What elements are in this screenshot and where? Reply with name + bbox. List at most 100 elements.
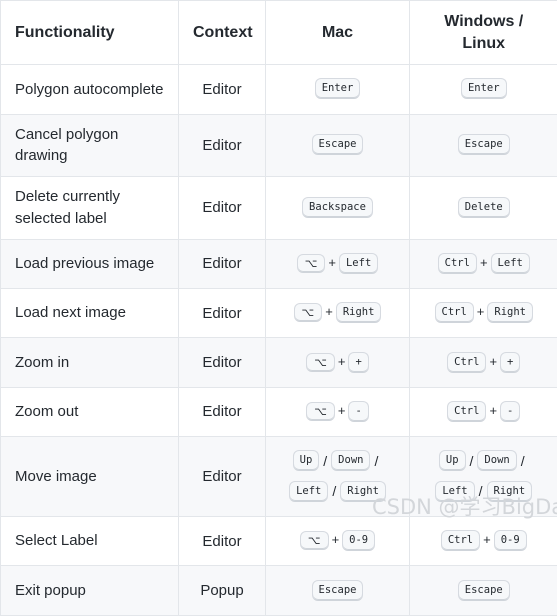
key-combo: Enter — [418, 74, 550, 104]
kbd-key: Enter — [315, 78, 361, 99]
cell-windows-linux-shortcut: Ctrl+Left — [410, 239, 557, 288]
key-combo: Ctrl+0-9 — [418, 526, 550, 556]
key-combo: Escape — [418, 130, 550, 160]
cell-functionality: Zoom out — [1, 387, 179, 436]
key-combo: Ctrl++ — [418, 347, 550, 377]
table-body: Polygon autocompleteEditorEnterEnterCanc… — [1, 65, 557, 616]
cell-mac-shortcut: ⌥+Left — [266, 239, 410, 288]
cell-mac-shortcut: Escape — [266, 114, 410, 177]
cell-context: Editor — [179, 114, 266, 177]
table-row: Delete currently selected labelEditorBac… — [1, 177, 557, 240]
kbd-key: Escape — [312, 580, 364, 601]
key-combo-plus: + — [477, 251, 491, 276]
kbd-key: 0-9 — [494, 530, 527, 551]
kbd-key: Ctrl — [438, 253, 477, 274]
key-combo: ⌥+0-9 — [274, 526, 401, 556]
table-row: Move imageEditorUp/Down/Left/RightUp/Dow… — [1, 437, 557, 517]
key-combo: ⌥+Right — [274, 298, 401, 328]
kbd-key: Ctrl — [447, 352, 486, 373]
cell-context: Editor — [179, 239, 266, 288]
kbd-key: Right — [487, 302, 533, 323]
kbd-key: Down — [331, 450, 370, 471]
cell-windows-linux-shortcut: Enter — [410, 65, 557, 114]
key-combo: Escape — [418, 575, 550, 605]
kbd-key: - — [500, 401, 520, 422]
key-combo-plus: + — [486, 350, 500, 375]
cell-context: Editor — [179, 437, 266, 517]
cell-windows-linux-shortcut: Ctrl+0-9 — [410, 516, 557, 565]
column-header-windows-linux: Windows / Linux — [410, 1, 557, 65]
cell-windows-linux-shortcut: Up/Down/Left/Right — [410, 437, 557, 517]
kbd-key: Ctrl — [435, 302, 474, 323]
cell-mac-shortcut: ⌥+Right — [266, 288, 410, 337]
cell-windows-linux-shortcut: Escape — [410, 566, 557, 615]
table-row: Polygon autocompleteEditor Enter Enter — [1, 65, 557, 114]
kbd-key: Right — [336, 302, 382, 323]
cell-context: Editor — [179, 387, 266, 436]
kbd-key: Escape — [458, 580, 510, 601]
table-row: Load next imageEditor⌥+RightCtrl+Right — [1, 288, 557, 337]
table-row: Zoom outEditor⌥+-Ctrl+- — [1, 387, 557, 436]
table-header: Functionality Context Mac Windows / Linu… — [1, 1, 557, 65]
kbd-key: Escape — [312, 134, 364, 155]
key-combo-plus: + — [329, 528, 343, 553]
column-header-mac: Mac — [266, 1, 410, 65]
cell-context: Editor — [179, 177, 266, 240]
kbd-key: + — [348, 352, 368, 373]
cell-mac-shortcut: Escape — [266, 566, 410, 615]
keyboard-shortcuts-table: Functionality Context Mac Windows / Linu… — [0, 0, 557, 616]
column-header-functionality: Functionality — [1, 1, 179, 65]
key-combo-plus: + — [322, 300, 336, 325]
kbd-key: Up — [439, 450, 466, 471]
cell-mac-shortcut: ⌥+- — [266, 387, 410, 436]
kbd-key: Left — [435, 481, 474, 502]
key-combo-slash: / — [328, 478, 340, 505]
table-row: Exit popupPopupEscapeEscape — [1, 566, 557, 615]
key-combo-plus: + — [335, 350, 349, 375]
key-combo: Escape — [274, 575, 401, 605]
table-row: Cancel polygon drawingEditorEscapeEscape — [1, 114, 557, 177]
key-combo: Left/Right — [274, 477, 401, 507]
column-header-context: Context — [179, 1, 266, 65]
kbd-key: Delete — [458, 197, 510, 218]
cell-context: Editor — [179, 288, 266, 337]
kbd-key: Left — [339, 253, 378, 274]
cell-functionality: Zoom in — [1, 338, 179, 387]
key-combo: ⌥+- — [274, 397, 401, 427]
key-combo: Ctrl+- — [418, 397, 550, 427]
kbd-key: Ctrl — [441, 530, 480, 551]
kbd-key: + — [500, 352, 520, 373]
kbd-key: Left — [289, 481, 328, 502]
key-combo: Delete — [418, 193, 550, 223]
cell-context: Editor — [179, 65, 266, 114]
cell-mac-shortcut: Enter — [266, 65, 410, 114]
kbd-option-icon: ⌥ — [294, 303, 323, 322]
cell-functionality: Polygon autocomplete — [1, 65, 179, 114]
cell-windows-linux-shortcut: Ctrl+Right — [410, 288, 557, 337]
kbd-key: Ctrl — [447, 401, 486, 422]
table-row: Load previous imageEditor⌥+LeftCtrl+Left — [1, 239, 557, 288]
key-combo-plus: + — [486, 399, 500, 424]
kbd-option-icon: ⌥ — [300, 531, 329, 550]
key-combo-slash: / — [475, 478, 487, 505]
key-combo: ⌥+Left — [274, 249, 401, 279]
key-combo-slash: / — [370, 448, 382, 475]
key-combo: Left/Right — [418, 477, 550, 507]
kbd-key: Right — [340, 481, 386, 502]
cell-windows-linux-shortcut: Delete — [410, 177, 557, 240]
kbd-key: Escape — [458, 134, 510, 155]
key-combo-slash: / — [466, 448, 478, 475]
table-row: Zoom inEditor⌥++Ctrl++ — [1, 338, 557, 387]
kbd-key: Left — [491, 253, 530, 274]
cell-windows-linux-shortcut: Ctrl+- — [410, 387, 557, 436]
key-combo: Up/Down/ — [274, 446, 401, 476]
cell-context: Editor — [179, 338, 266, 387]
key-combo-plus: + — [480, 528, 494, 553]
cell-functionality: Move image — [1, 437, 179, 517]
key-combo-slash: / — [319, 448, 331, 475]
key-combo-plus: + — [335, 399, 349, 424]
cell-functionality: Load next image — [1, 288, 179, 337]
kbd-key: Up — [293, 450, 320, 471]
cell-windows-linux-shortcut: Escape — [410, 114, 557, 177]
kbd-key: Backspace — [302, 197, 373, 218]
